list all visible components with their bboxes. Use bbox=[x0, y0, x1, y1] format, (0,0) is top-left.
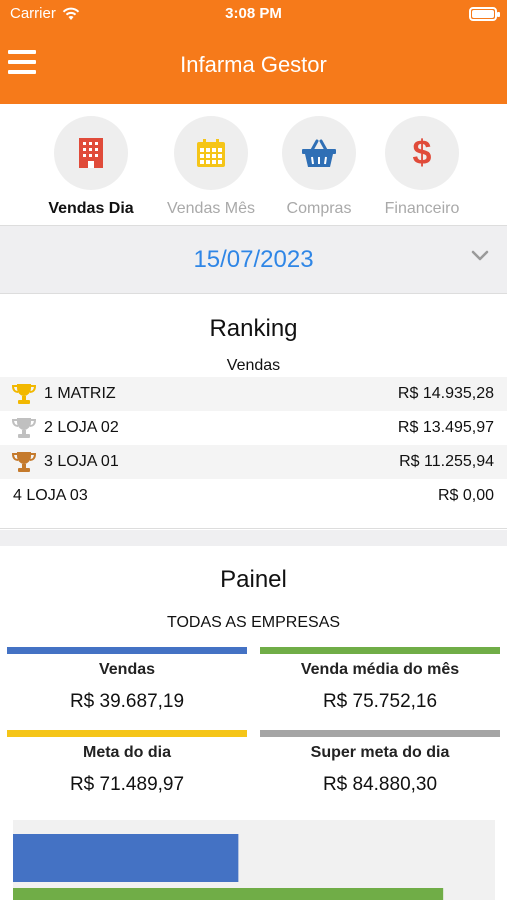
store-name: 3 LOJA 01 bbox=[44, 453, 119, 470]
kpi-card-meta-dia: Meta do dia R$ 71.489,97 bbox=[7, 730, 247, 796]
tab-financeiro[interactable]: $ Financeiro bbox=[367, 116, 477, 218]
tab-icon-circle bbox=[282, 116, 356, 190]
kpi-value: R$ 84.880,30 bbox=[322, 774, 438, 795]
basket-icon bbox=[302, 139, 336, 167]
tab-icon-circle bbox=[54, 116, 128, 190]
store-name: 4 LOJA 03 bbox=[13, 487, 88, 504]
bronze-trophy-icon bbox=[12, 451, 38, 473]
tab-bar: Vendas Dia Vendas Mês Compras $ Financei… bbox=[0, 104, 507, 226]
chart-bar-venda-m-dia-do-m-s bbox=[13, 888, 444, 905]
painel-section: Painel TODAS AS EMPRESAS Vendas R$ 39.68… bbox=[0, 546, 507, 905]
tab-icon-circle: $ bbox=[385, 116, 459, 190]
kpi-value: R$ 71.489,97 bbox=[69, 774, 185, 795]
tab-vendas-mes[interactable]: Vendas Mês bbox=[156, 116, 266, 218]
store-sales-value: R$ 0,00 bbox=[437, 487, 494, 504]
kpi-color-bar bbox=[7, 730, 247, 737]
store-name: 2 LOJA 02 bbox=[44, 419, 119, 436]
tab-label: Vendas Dia bbox=[48, 200, 134, 217]
painel-subtitle: TODAS AS EMPRESAS bbox=[166, 614, 341, 631]
battery-icon bbox=[469, 7, 500, 21]
ranking-row[interactable]: 2 LOJA 02 R$ 13.495,97 bbox=[0, 411, 507, 445]
ranking-subtitle: Vendas bbox=[226, 357, 281, 374]
tab-label: Compras bbox=[286, 200, 352, 217]
kpi-title: Meta do dia bbox=[82, 744, 171, 761]
kpi-value: R$ 75.752,16 bbox=[322, 691, 438, 712]
ranking-row[interactable]: 3 LOJA 01 R$ 11.255,94 bbox=[0, 445, 507, 479]
kpi-card-vendas: Vendas R$ 39.687,19 bbox=[7, 647, 247, 713]
header: Infarma Gestor bbox=[0, 30, 507, 104]
chevron-down-icon[interactable] bbox=[471, 250, 489, 262]
dollar-icon: $ bbox=[412, 133, 432, 172]
selected-date: 15/07/2023 bbox=[193, 246, 314, 273]
kpi-title: Super meta do dia bbox=[310, 744, 450, 761]
app-title: Infarma Gestor bbox=[180, 52, 327, 77]
tab-vendas-dia[interactable]: Vendas Dia bbox=[36, 116, 146, 218]
store-sales-value: R$ 11.255,94 bbox=[399, 453, 494, 470]
tab-icon-circle bbox=[174, 116, 248, 190]
kpi-color-bar bbox=[7, 647, 247, 654]
ranking-section: Ranking Vendas 1 MATRIZ R$ 14.935,28 2 L… bbox=[0, 295, 507, 529]
status-time: 3:08 PM bbox=[225, 5, 282, 22]
silver-trophy-icon bbox=[12, 417, 38, 439]
store-name: 1 MATRIZ bbox=[44, 385, 116, 402]
kpi-title: Venda média do mês bbox=[300, 661, 460, 678]
sales-bar-chart bbox=[13, 820, 495, 905]
chart-svg bbox=[13, 834, 444, 905]
kpi-value: R$ 39.687,19 bbox=[69, 691, 185, 712]
kpi-card-super-meta: Super meta do dia R$ 84.880,30 bbox=[260, 730, 500, 796]
section-divider bbox=[0, 530, 507, 546]
kpi-color-bar bbox=[260, 730, 500, 737]
ranking-title: Ranking bbox=[209, 315, 298, 342]
chart-bar-vendas bbox=[13, 834, 239, 882]
date-selector[interactable]: 15/07/2023 bbox=[0, 226, 507, 294]
status-bar: Carrier 3:08 PM bbox=[0, 0, 507, 30]
kpi-card-venda-media: Venda média do mês R$ 75.752,16 bbox=[260, 647, 500, 713]
kpi-title: Vendas bbox=[98, 661, 156, 678]
painel-title: Painel bbox=[220, 566, 287, 593]
store-sales-value: R$ 14.935,28 bbox=[397, 385, 494, 402]
ranking-row[interactable]: 4 LOJA 03 R$ 0,00 bbox=[0, 479, 507, 513]
building-icon bbox=[79, 138, 103, 168]
kpi-color-bar bbox=[260, 647, 500, 654]
tab-label: Vendas Mês bbox=[166, 200, 256, 217]
ranking-row[interactable]: 1 MATRIZ R$ 14.935,28 bbox=[0, 377, 507, 411]
store-sales-value: R$ 13.495,97 bbox=[397, 419, 494, 436]
gold-trophy-icon bbox=[12, 383, 38, 405]
calendar-icon bbox=[197, 139, 225, 167]
tab-label: Financeiro bbox=[384, 200, 460, 217]
tab-compras[interactable]: Compras bbox=[264, 116, 374, 218]
